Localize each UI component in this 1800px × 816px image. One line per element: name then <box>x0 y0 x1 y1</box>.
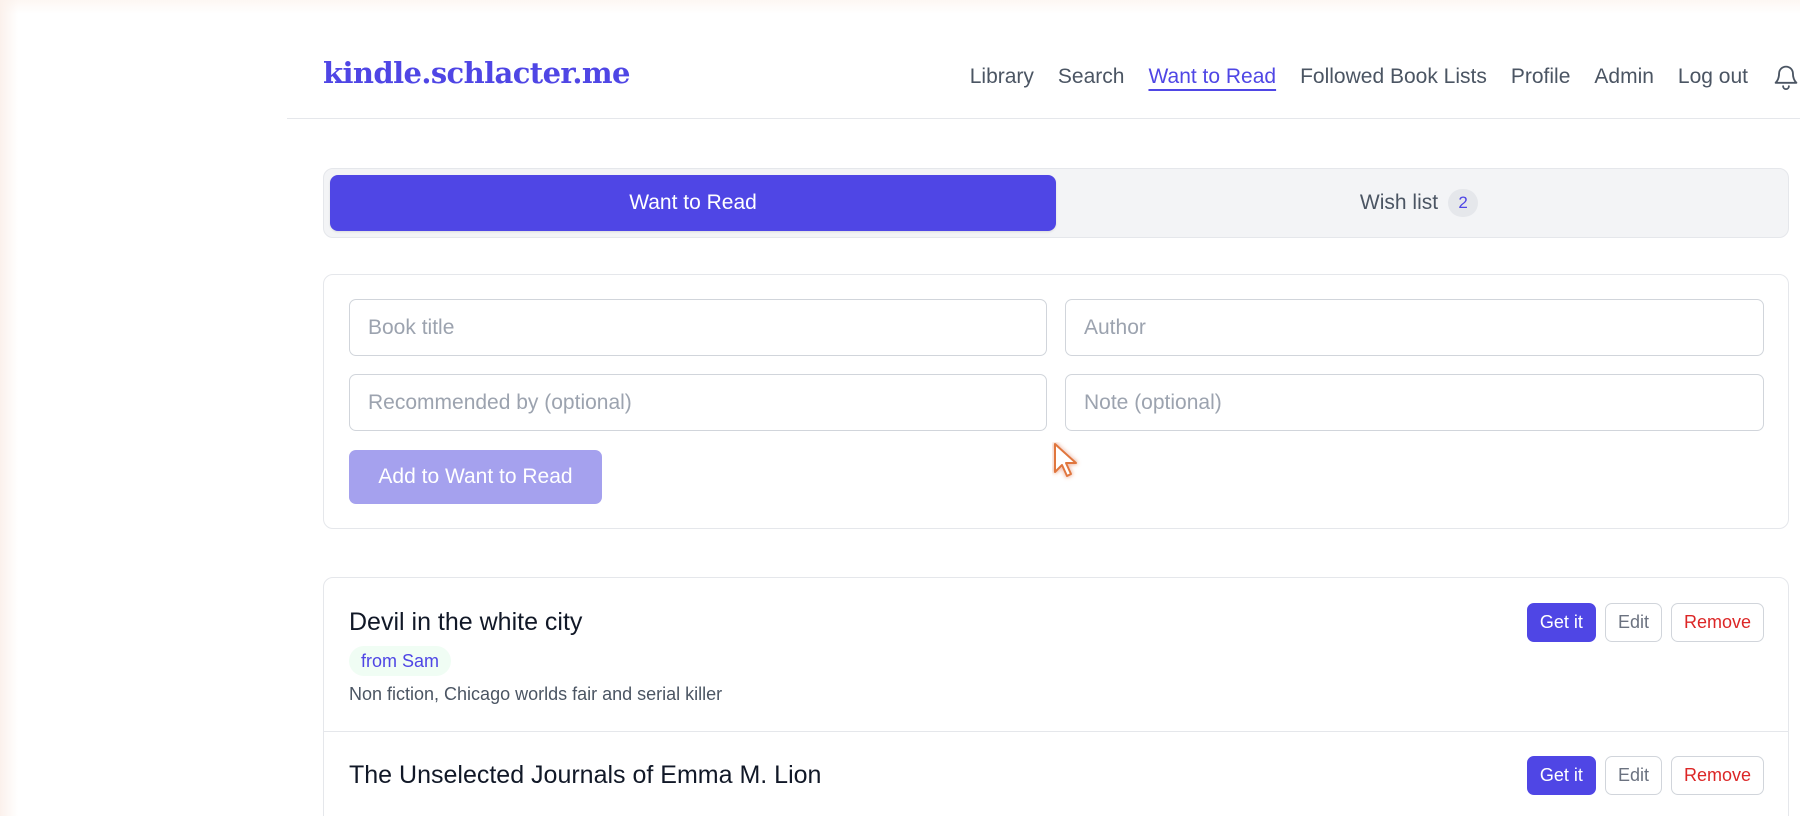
nav-log-out[interactable]: Log out <box>1678 65 1748 89</box>
brand-logo[interactable]: kindle.schlacter.me <box>323 56 630 90</box>
cursor-arrow-icon <box>1054 443 1077 477</box>
item-actions: Get it Edit Remove <box>1526 756 1764 795</box>
nav-library[interactable]: Library <box>970 65 1034 89</box>
page-edge-shade <box>0 0 18 816</box>
note-input[interactable] <box>1065 374 1764 431</box>
remove-button[interactable]: Remove <box>1670 756 1764 795</box>
nav-want-to-read[interactable]: Want to Read <box>1148 65 1276 89</box>
nav-admin[interactable]: Admin <box>1594 65 1654 89</box>
add-to-want-to-read-button[interactable]: Add to Want to Read <box>349 450 602 504</box>
book-title-input[interactable] <box>349 299 1047 356</box>
remove-button[interactable]: Remove <box>1670 603 1764 642</box>
edit-button[interactable]: Edit <box>1604 603 1662 642</box>
get-it-button[interactable]: Get it <box>1526 756 1596 795</box>
top-header: kindle.schlacter.me Library Search Want … <box>287 0 1800 119</box>
get-it-button[interactable]: Get it <box>1526 603 1596 642</box>
item-actions: Get it Edit Remove <box>1526 603 1764 642</box>
book-note: Non fiction, Chicago worlds fair and ser… <box>349 684 723 704</box>
list-item: The Unselected Journals of Emma M. Lion … <box>324 731 1788 816</box>
book-title: The Unselected Journals of Emma M. Lion <box>349 761 822 789</box>
list-item: Devil in the white city from Sam Non fic… <box>324 578 1788 731</box>
add-book-form: Add to Want to Read <box>323 274 1789 529</box>
bell-icon[interactable] <box>1772 62 1800 92</box>
edit-button[interactable]: Edit <box>1604 756 1662 795</box>
nav-followed-book-lists[interactable]: Followed Book Lists <box>1300 65 1487 89</box>
tab-want-to-read[interactable]: Want to Read <box>330 175 1056 231</box>
want-to-read-list: Devil in the white city from Sam Non fic… <box>323 577 1789 816</box>
tab-wish-list-label: Wish list <box>1359 191 1439 214</box>
main-nav: Library Search Want to Read Followed Boo… <box>970 62 1800 92</box>
tab-want-to-read-label: Want to Read <box>629 191 757 214</box>
view-tabs: Want to Read Wish list 2 <box>323 168 1789 238</box>
recommended-by-pill: from Sam <box>349 646 452 676</box>
author-input[interactable] <box>1065 299 1764 356</box>
recommended-by-input[interactable] <box>349 374 1047 431</box>
nav-profile[interactable]: Profile <box>1511 65 1571 89</box>
tab-wish-list[interactable]: Wish list 2 <box>1056 175 1782 231</box>
wish-list-count-badge: 2 <box>1448 189 1479 217</box>
nav-search[interactable]: Search <box>1058 65 1125 89</box>
book-title: Devil in the white city <box>349 608 583 636</box>
